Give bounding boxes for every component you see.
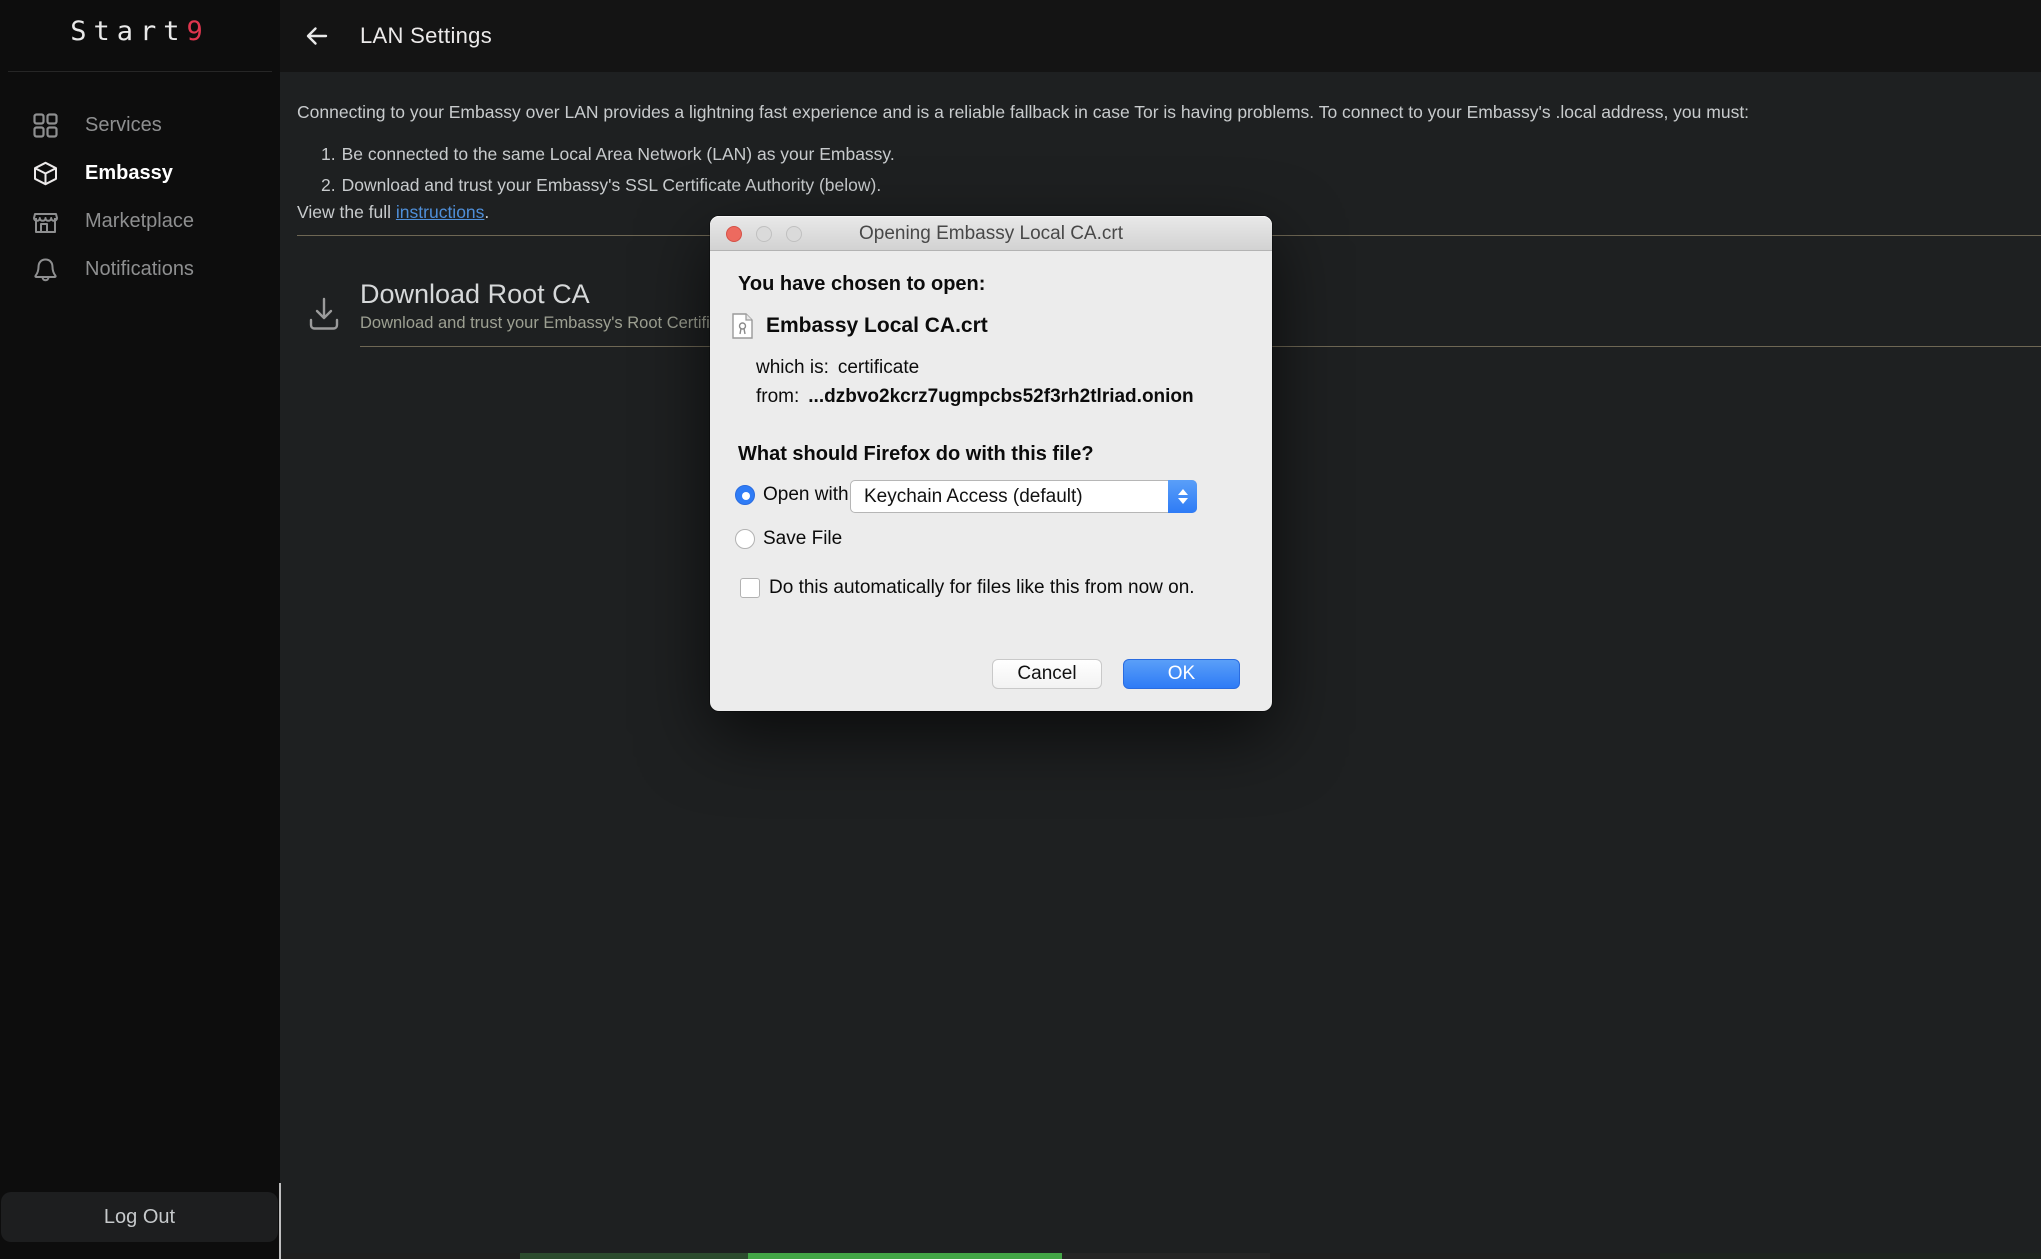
- steps-list: 1.Be connected to the same Local Area Ne…: [321, 142, 895, 204]
- open-with-radio[interactable]: [735, 485, 755, 505]
- sidebar-item-notifications[interactable]: Notifications: [0, 245, 280, 293]
- dock-strip-segment: [1270, 1253, 1660, 1259]
- instructions-link[interactable]: instructions: [396, 202, 485, 222]
- download-item-title: Download Root CA: [360, 279, 590, 310]
- sidebar-divider: [8, 71, 272, 72]
- grid-icon: [32, 112, 59, 139]
- step-item: 1.Be connected to the same Local Area Ne…: [321, 142, 895, 166]
- file-source-value: ...dzbvo2kcrz7ugmpcbs52f3rh2tlriad.onion: [808, 386, 1193, 407]
- do-automatically-checkbox[interactable]: [740, 578, 760, 598]
- save-file-radio[interactable]: [735, 529, 755, 549]
- sidebar-nav: Services Embassy Marketplace Notificatio…: [0, 101, 280, 293]
- dock-strip-segment: [520, 1253, 748, 1259]
- sidebar-edge-line: [279, 1183, 281, 1259]
- sidebar-item-services[interactable]: Services: [0, 101, 280, 149]
- dock-strip-segment: [1660, 1253, 2041, 1259]
- dialog-titlebar: Opening Embassy Local CA.crt: [710, 216, 1272, 251]
- traffic-lights: [726, 216, 802, 251]
- storefront-icon: [32, 208, 59, 235]
- sidebar-item-label: Services: [85, 114, 162, 137]
- select-stepper-icon: [1168, 480, 1197, 513]
- dock-strip-segment: [280, 1253, 520, 1259]
- dock-strip-segment: [1062, 1253, 1270, 1259]
- which-is-row: which is:certificate: [756, 357, 919, 379]
- file-row: Embassy Local CA.crt: [732, 313, 988, 339]
- sidebar-item-embassy[interactable]: Embassy: [0, 149, 280, 197]
- file-type-value: certificate: [838, 357, 919, 378]
- page-title: LAN Settings: [360, 23, 492, 49]
- logo-accent: 9: [187, 16, 210, 47]
- logo-text: Start: [70, 16, 186, 47]
- open-with-label: Open with: [763, 484, 849, 506]
- page-header: LAN Settings: [280, 0, 2041, 72]
- sidebar-item-label: Notifications: [85, 258, 194, 281]
- minimize-icon: [756, 226, 772, 242]
- log-out-button[interactable]: Log Out: [1, 1192, 278, 1242]
- back-button[interactable]: [300, 19, 334, 53]
- sidebar-item-label: Embassy: [85, 162, 173, 185]
- zoom-icon: [786, 226, 802, 242]
- cube-icon: [32, 160, 59, 187]
- cancel-button[interactable]: Cancel: [992, 659, 1102, 689]
- log-out-label: Log Out: [104, 1206, 175, 1229]
- ok-button[interactable]: OK: [1123, 659, 1240, 689]
- instructions-line: View the full instructions.: [297, 202, 489, 223]
- arrow-back-icon: [304, 23, 330, 49]
- do-automatically-label: Do this automatically for files like thi…: [769, 577, 1195, 599]
- certificate-file-icon: [732, 313, 753, 339]
- chosen-to-open-label: You have chosen to open:: [738, 273, 985, 296]
- opening-file-dialog: Opening Embassy Local CA.crt You have ch…: [710, 216, 1272, 711]
- bell-icon: [32, 256, 59, 283]
- step-item: 2.Download and trust your Embassy's SSL …: [321, 173, 895, 197]
- open-with-row: Open with: [735, 484, 849, 506]
- firefox-question-label: What should Firefox do with this file?: [738, 443, 1094, 466]
- app-logo: Start9: [0, 16, 280, 47]
- sidebar: Start9 Services Embassy Marketplace: [0, 0, 280, 1259]
- close-icon[interactable]: [726, 226, 742, 242]
- save-file-label: Save File: [763, 528, 842, 550]
- download-icon: [305, 294, 343, 339]
- sidebar-item-marketplace[interactable]: Marketplace: [0, 197, 280, 245]
- open-with-selected-value: Keychain Access (default): [851, 486, 1083, 508]
- from-row: from:...dzbvo2kcrz7ugmpcbs52f3rh2tlriad.…: [756, 386, 1194, 408]
- open-with-select[interactable]: Keychain Access (default): [850, 480, 1197, 513]
- sidebar-item-label: Marketplace: [85, 210, 194, 233]
- save-file-row: Save File: [735, 528, 842, 550]
- do-automatically-row: Do this automatically for files like thi…: [740, 577, 1195, 599]
- dock-strip-segment: [748, 1253, 1062, 1259]
- dialog-filename: Embassy Local CA.crt: [766, 314, 988, 338]
- intro-text: Connecting to your Embassy over LAN prov…: [297, 102, 1749, 123]
